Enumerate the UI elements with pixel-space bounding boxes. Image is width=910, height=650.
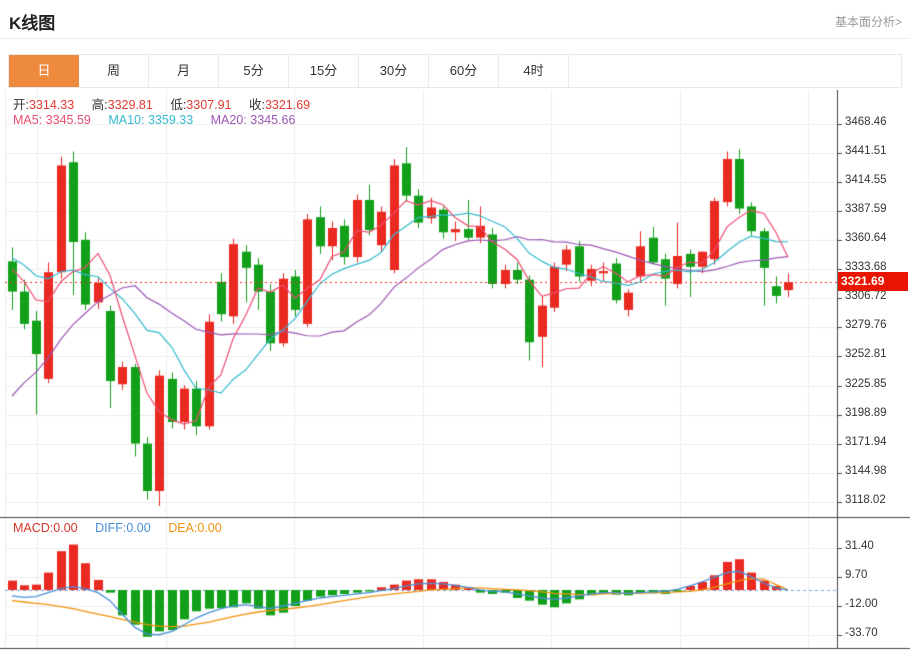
y-axis-label: 3360.64 <box>845 232 907 244</box>
macd-item: MACD:0.00 <box>13 521 78 535</box>
kline-chart-canvas[interactable] <box>0 90 910 650</box>
macd-y-axis-label: -12.00 <box>845 598 907 610</box>
diff-value: 0.00 <box>126 521 150 535</box>
ma10-item: MA10: 3359.33 <box>108 113 193 127</box>
y-axis-label: 3171.94 <box>845 436 907 448</box>
y-axis-label: 3252.81 <box>845 348 907 360</box>
tab-4hour[interactable]: 4时 <box>499 55 569 87</box>
y-axis-label: 3225.85 <box>845 378 907 390</box>
dea-item: DEA:0.00 <box>168 521 222 535</box>
y-axis-label: 3468.46 <box>845 116 907 128</box>
tab-week[interactable]: 周 <box>79 55 149 87</box>
y-axis-label: 3144.98 <box>845 465 907 477</box>
y-axis-label: 3118.02 <box>845 494 907 506</box>
tabbar-filler <box>569 55 901 87</box>
tab-30min[interactable]: 30分 <box>359 55 429 87</box>
timeframe-tabbar: 日周月5分15分30分60分4时 <box>8 54 902 88</box>
y-axis-label: 3198.89 <box>845 407 907 419</box>
tab-month[interactable]: 月 <box>149 55 219 87</box>
macd-y-axis-label: 9.70 <box>845 569 907 581</box>
ma20-item: MA20: 3345.66 <box>211 113 296 127</box>
tab-15min[interactable]: 15分 <box>289 55 359 87</box>
macd-legend: MACD:0.00 DIFF:0.00 DEA:0.00 <box>13 521 236 535</box>
high-value: 3329.81 <box>108 98 153 112</box>
last-price-badge: 3321.69 <box>838 272 908 291</box>
macd-y-axis-label: -33.70 <box>845 627 907 639</box>
tab-60min[interactable]: 60分 <box>429 55 499 87</box>
ma5-value: 3345.59 <box>46 113 91 127</box>
y-axis-label: 3279.76 <box>845 319 907 331</box>
open-item: 开:3314.33 <box>13 98 74 112</box>
high-item: 高:3329.81 <box>92 98 153 112</box>
close-item: 收:3321.69 <box>249 98 310 112</box>
ma20-value: 3345.66 <box>250 113 295 127</box>
macd-value: 0.00 <box>53 521 77 535</box>
tab-day[interactable]: 日 <box>9 55 79 87</box>
ma10-value: 3359.33 <box>148 113 193 127</box>
fundamental-analysis-link[interactable]: 基本面分析> <box>835 13 902 30</box>
open-value: 3314.33 <box>29 98 74 112</box>
diff-item: DIFF:0.00 <box>95 521 151 535</box>
kline-page: K线图 基本面分析> 日周月5分15分30分60分4时 开:3314.33 高:… <box>0 0 910 650</box>
macd-y-axis-label: 31.40 <box>845 540 907 552</box>
close-value: 3321.69 <box>265 98 310 112</box>
y-axis-label: 3441.51 <box>845 145 907 157</box>
low-value: 3307.91 <box>186 98 231 112</box>
page-title: K线图 <box>9 9 55 34</box>
dea-value: 0.00 <box>197 521 221 535</box>
ma5-item: MA5: 3345.59 <box>13 113 91 127</box>
header-divider <box>0 38 910 39</box>
ohlc-legend: 开:3314.33 高:3329.81 低:3307.91 收:3321.69 <box>13 94 324 113</box>
y-axis-label: 3414.55 <box>845 174 907 186</box>
tab-5min[interactable]: 5分 <box>219 55 289 87</box>
y-axis-label: 3387.59 <box>845 203 907 215</box>
y-axis-label: 3306.72 <box>845 290 907 302</box>
ma-legend: MA5: 3345.59 MA10: 3359.33 MA20: 3345.66 <box>13 113 309 127</box>
low-item: 低:3307.91 <box>170 98 231 112</box>
